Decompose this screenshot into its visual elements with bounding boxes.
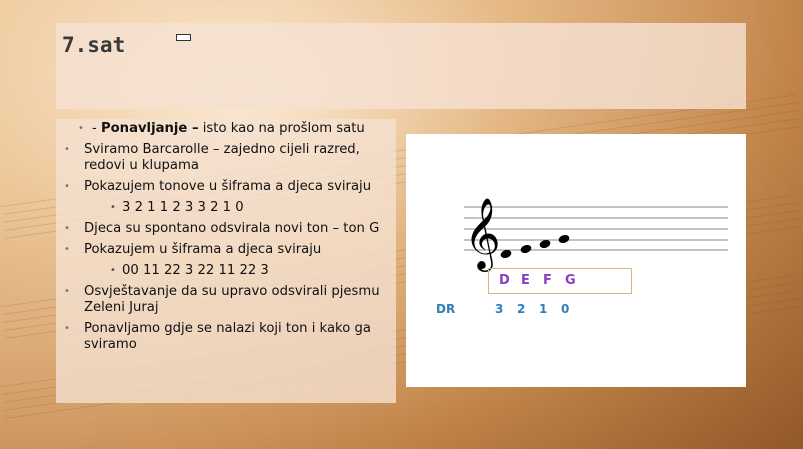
title-placeholder[interactable]: 7.sat: [56, 23, 746, 109]
list-item: Sviramo Barcarolle – zajedno cijeli razr…: [56, 142, 396, 174]
list-item: Pokazujem u šiframa a djeca sviraju: [56, 242, 396, 258]
dr-numbers: 3210: [495, 302, 583, 316]
dr-number: 3: [495, 302, 504, 316]
staff-svg: 𝄞: [464, 196, 728, 272]
note-name: E: [521, 273, 530, 288]
treble-clef-icon: 𝄞: [464, 196, 501, 272]
content-placeholder[interactable]: - Ponavljanje – isto kao na prošlom satu…: [56, 119, 396, 403]
dr-number: 0: [561, 302, 570, 316]
bullet-list: - Ponavljanje – isto kao na prošlom satu…: [56, 121, 396, 353]
dr-number: 1: [539, 302, 548, 316]
slide-title: 7.sat: [62, 33, 126, 57]
note-name: F: [543, 273, 552, 288]
staff-lines: [464, 206, 728, 251]
music-notation-image[interactable]: 𝄞 DEFG DR 3210: [406, 134, 746, 387]
note-name: D: [499, 273, 510, 288]
list-item: Pokazujem tonove u šiframa a djeca svira…: [56, 179, 396, 195]
note-e-icon: [520, 244, 532, 254]
list-item: Ponavljamo gdje se nalazi koji ton i kak…: [56, 321, 396, 353]
note-names: DEFG: [499, 273, 587, 288]
list-item: Djeca su spontano odsvirala novi ton – t…: [56, 221, 396, 237]
note-name: G: [565, 273, 576, 288]
list-item: - Ponavljanje – isto kao na prošlom satu: [56, 121, 396, 137]
note-g-icon: [558, 234, 570, 244]
dr-label: DR: [436, 302, 456, 316]
notes: [500, 234, 570, 259]
selection-handle[interactable]: [176, 34, 191, 41]
list-item-sub: 3 2 1 1 2 3 3 2 1 0: [56, 200, 396, 216]
list-item: Osvještavanje da su upravo odsvirali pje…: [56, 284, 396, 316]
list-item-sub: 00 11 22 3 22 11 22 3: [56, 263, 396, 279]
dr-number: 2: [517, 302, 526, 316]
